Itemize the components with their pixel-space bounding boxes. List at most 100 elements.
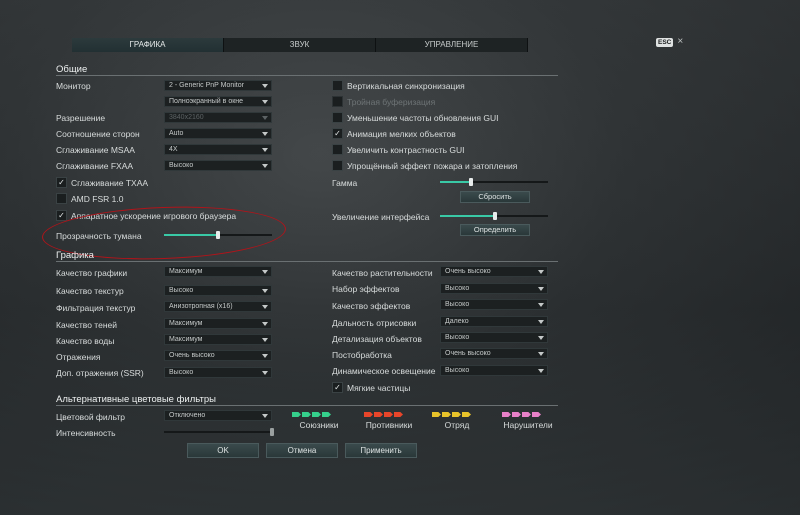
detect-ui-scale-button[interactable]: Определить — [460, 224, 530, 236]
ally-tank-icon — [292, 412, 301, 417]
platoon-tank-icon — [452, 412, 461, 417]
anim-small-label: Анимация мелких объектов — [347, 129, 456, 139]
aspect-select[interactable]: Auto — [164, 128, 272, 139]
vegetation-value: Очень высоко — [445, 268, 491, 275]
cancel-button[interactable]: Отмена — [266, 443, 338, 458]
ui-scale-label: Увеличение интерфейса — [332, 212, 430, 222]
platoon-tank-icon — [462, 412, 471, 417]
tab-controls[interactable]: УПРАВЛЕНИЕ — [376, 38, 528, 52]
slider-handle[interactable] — [270, 428, 274, 436]
chevron-down-icon — [538, 303, 544, 307]
chevron-down-icon — [262, 116, 268, 120]
chevron-down-icon — [538, 336, 544, 340]
gamma-slider[interactable] — [440, 178, 548, 186]
tab-graphics[interactable]: ГРАФИКА — [72, 38, 224, 52]
txaa-checkbox[interactable]: ✓ — [56, 177, 67, 188]
postprocess-value: Очень высоко — [445, 350, 491, 357]
contrast-gui-label: Увеличить контрастность GUI — [347, 145, 465, 155]
chevron-down-icon — [262, 84, 268, 88]
contrast-gui-checkbox[interactable] — [332, 144, 343, 155]
dynamic-light-select[interactable]: Высоко — [440, 365, 548, 376]
fxaa-value: Высоко — [169, 162, 194, 169]
apply-button[interactable]: Применить — [345, 443, 417, 458]
reflections-select[interactable]: Очень высоко — [164, 350, 272, 361]
color-filter-label: Цветовой фильтр — [56, 412, 126, 422]
texture-quality-select[interactable]: Высоко — [164, 285, 272, 296]
window-mode-select[interactable]: Полноэкранный в окне — [164, 96, 272, 107]
slider-handle[interactable] — [493, 212, 498, 220]
dynamic-light-value: Высоко — [445, 367, 470, 374]
enemies-label: Противники — [365, 420, 413, 430]
draw-distance-value: Далеко — [445, 318, 469, 325]
gamma-label: Гамма — [332, 178, 358, 188]
monitor-select[interactable]: 2 - Generic PnP Monitor — [164, 80, 272, 91]
reflections-value: Очень высоко — [169, 352, 215, 359]
enemy-tank-icon — [374, 412, 383, 417]
msaa-select[interactable]: 4X — [164, 144, 272, 155]
water-quality-select[interactable]: Максимум — [164, 334, 272, 345]
ssr-label: Доп. отражения (SSR) — [56, 368, 144, 378]
tab-sound[interactable]: ЗВУК — [224, 38, 376, 52]
chevron-down-icon — [262, 289, 268, 293]
chevron-down-icon — [538, 369, 544, 373]
triple-buffer-checkbox[interactable] — [332, 96, 343, 107]
object-detail-select[interactable]: Высоко — [440, 332, 548, 343]
reflections-label: Отражения — [56, 352, 101, 362]
chevron-down-icon — [262, 354, 268, 358]
chevron-down-icon — [262, 148, 268, 152]
aspect-value: Auto — [169, 130, 184, 137]
fire-effect-checkbox[interactable] — [332, 160, 343, 171]
violator-tank-icon — [532, 412, 541, 417]
esc-close[interactable]: ESC × — [656, 37, 683, 47]
effects-quality-label: Качество эффектов — [332, 301, 411, 311]
effects-quality-select[interactable]: Высоко — [440, 299, 548, 310]
chevron-down-icon — [538, 287, 544, 291]
intensity-slider[interactable] — [164, 428, 274, 436]
slider-handle[interactable] — [469, 178, 474, 186]
aspect-label: Соотношение сторон — [56, 129, 140, 139]
ui-scale-slider[interactable] — [440, 212, 548, 220]
window-mode-value: Полноэкранный в окне — [169, 98, 244, 105]
browser-accel-checkbox[interactable]: ✓ — [56, 210, 67, 221]
msaa-value: 4X — [169, 146, 178, 153]
chevron-down-icon — [262, 322, 268, 326]
effects-set-value: Высоко — [445, 285, 470, 292]
effects-set-select[interactable]: Высоко — [440, 283, 548, 294]
section-general-title: Общие — [56, 64, 88, 75]
graphics-quality-label: Качество графики — [56, 268, 128, 278]
reset-gamma-button[interactable]: Сбросить — [460, 191, 530, 203]
resolution-select[interactable]: 3840x2160 — [164, 112, 272, 123]
fsr-checkbox[interactable] — [56, 193, 67, 204]
fxaa-label: Сглаживание FXAA — [56, 161, 134, 171]
esc-key-icon[interactable]: ESC — [656, 37, 674, 47]
reduce-gui-label: Уменьшение частоты обновления GUI — [347, 113, 499, 123]
shadow-quality-select[interactable]: Максимум — [164, 318, 272, 329]
ssr-select[interactable]: Высоко — [164, 367, 272, 378]
resolution-value: 3840x2160 — [169, 114, 204, 121]
vsync-checkbox[interactable] — [332, 80, 343, 91]
chevron-down-icon — [538, 270, 544, 274]
chevron-down-icon — [262, 414, 268, 418]
fxaa-select[interactable]: Высоко — [164, 160, 272, 171]
chevron-down-icon — [262, 100, 268, 104]
graphics-quality-select[interactable]: Максимум — [164, 266, 272, 277]
texture-filter-select[interactable]: Анизотропная (x16) — [164, 301, 272, 312]
color-filter-select[interactable]: Отключено — [164, 410, 272, 421]
water-quality-value: Максимум — [169, 336, 203, 343]
monitor-label: Монитор — [56, 81, 91, 91]
platoon-label: Отряд — [444, 420, 470, 430]
close-icon[interactable]: × — [677, 37, 683, 47]
txaa-label: Сглаживание TXAA — [71, 178, 149, 188]
divider — [56, 261, 558, 262]
platoon-tank-icon — [432, 412, 441, 417]
soft-particles-checkbox[interactable]: ✓ — [332, 382, 343, 393]
ok-button[interactable]: OK — [187, 443, 259, 458]
reduce-gui-checkbox[interactable] — [332, 112, 343, 123]
violators-color-icons — [502, 412, 541, 417]
vegetation-select[interactable]: Очень высоко — [440, 266, 548, 277]
anim-small-checkbox[interactable]: ✓ — [332, 128, 343, 139]
draw-distance-select[interactable]: Далеко — [440, 316, 548, 327]
section-graphics-title: Графика — [56, 250, 94, 261]
postprocess-select[interactable]: Очень высоко — [440, 348, 548, 359]
monitor-value: 2 - Generic PnP Monitor — [169, 82, 244, 89]
